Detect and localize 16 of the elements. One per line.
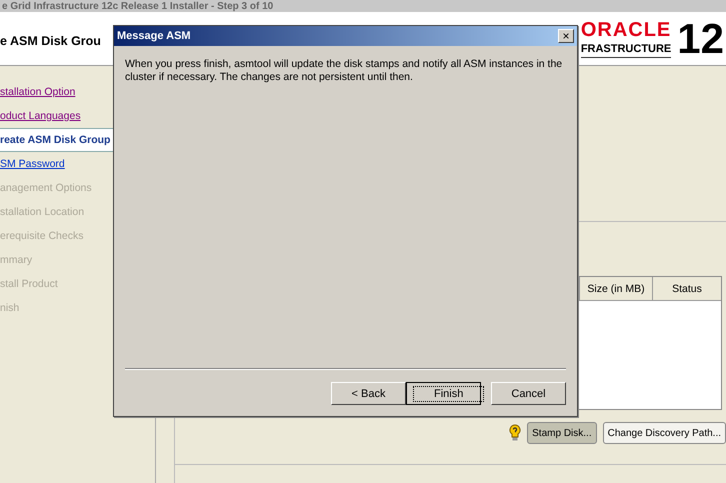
page-heading: e ASM Disk Grou xyxy=(0,34,101,48)
column-header[interactable]: Size (in MB) xyxy=(580,277,653,301)
logo-version: 12 xyxy=(677,16,724,60)
dialog-title: Message ASM xyxy=(117,30,191,42)
window-title: e Grid Infrastructure 12c Release 1 Installer - Step 3 of 10 xyxy=(2,0,274,12)
action-button[interactable]: Stamp Disk... xyxy=(527,422,597,444)
logo-product: FRASTRUCTURE xyxy=(580,42,672,57)
column-header[interactable]: Status xyxy=(653,277,721,301)
lightbulb-icon xyxy=(509,424,522,442)
dialog-message: When you press finish, asmtool will update the disk stamps and notify all ASM instances in the cluster if necessary. The changes are not persistent until then. xyxy=(125,58,564,85)
dialog-button[interactable]: < Back xyxy=(331,382,406,405)
dialog-button[interactable]: Finish xyxy=(406,382,481,405)
dialog-button[interactable]: Cancel xyxy=(491,382,566,405)
action-button[interactable]: Change Discovery Path... xyxy=(602,422,726,444)
close-button[interactable]: × xyxy=(558,29,574,43)
logo-brand: ORACLE xyxy=(580,19,672,41)
